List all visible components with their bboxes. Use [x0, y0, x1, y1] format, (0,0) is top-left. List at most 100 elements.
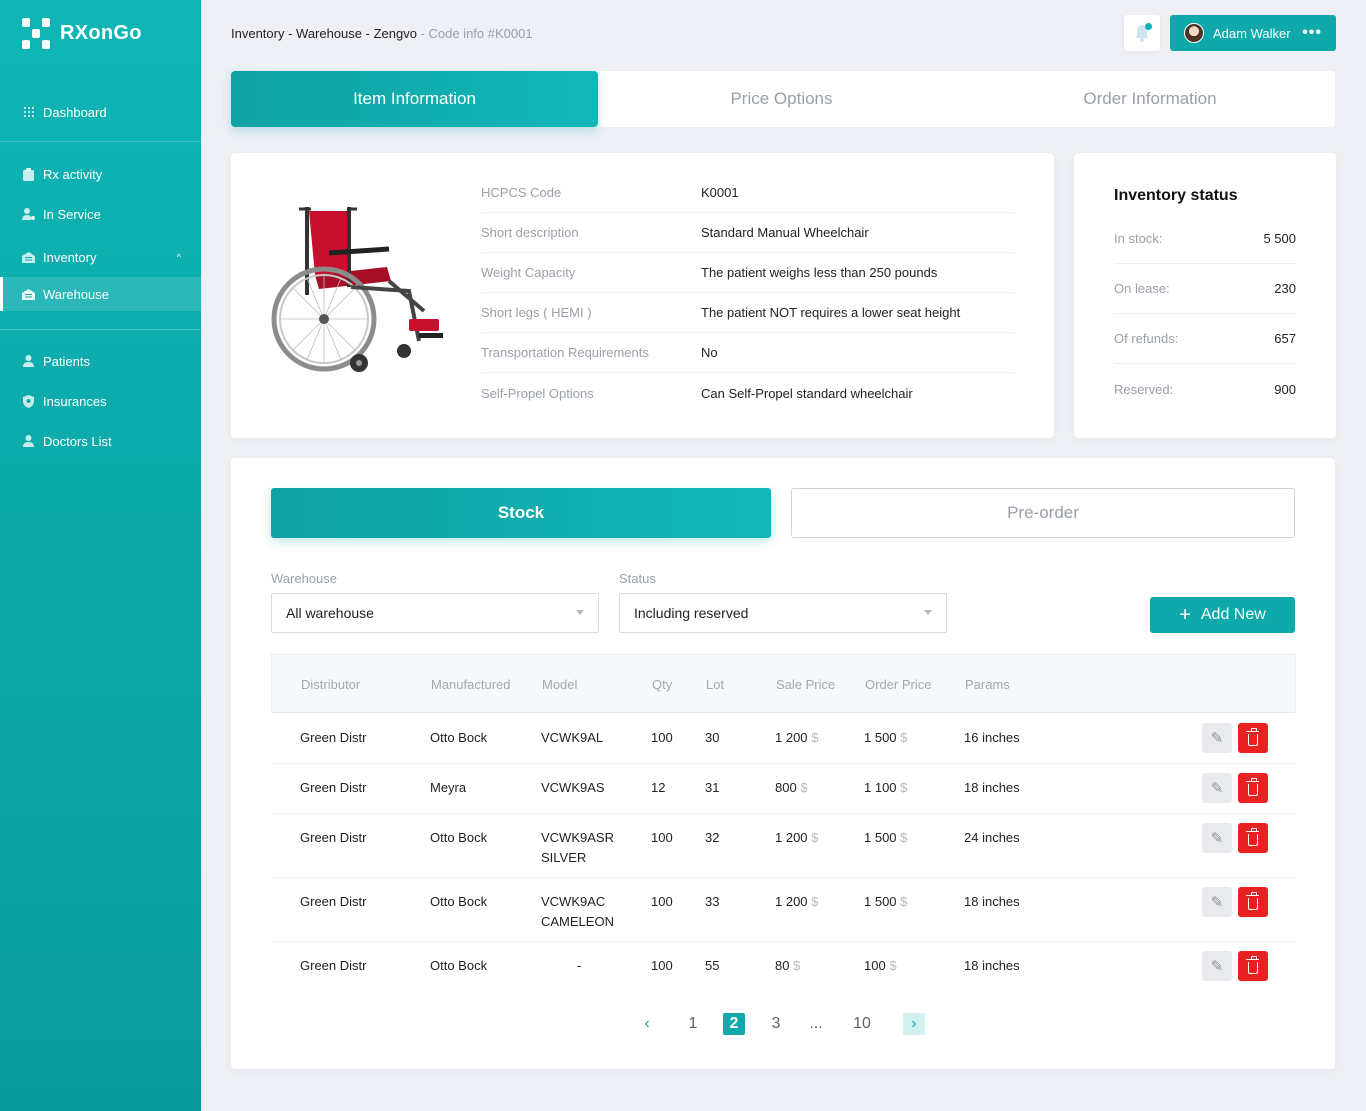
cell-model: VCWK9AL: [541, 730, 604, 745]
currency-symbol: $: [811, 730, 819, 745]
cell-order-price: 1 500 $: [864, 892, 907, 912]
pagination-next-button[interactable]: ›: [903, 1013, 925, 1035]
add-new-button[interactable]: + Add New: [1150, 597, 1295, 633]
edit-button[interactable]: ✎: [1202, 951, 1232, 981]
pagination-page[interactable]: 3: [765, 1013, 787, 1035]
column-header-model[interactable]: Model: [542, 677, 577, 692]
trash-icon: [1246, 827, 1259, 846]
inventory-row: Of refunds: 657: [1114, 314, 1296, 364]
info-row: Transportation Requirements No: [481, 333, 1015, 373]
cell-model: -: [577, 958, 582, 973]
sidebar-item-label: Dashboard: [43, 104, 107, 120]
cell-lot: 33: [705, 894, 720, 909]
warehouse-select[interactable]: All warehouse: [271, 593, 599, 633]
currency-symbol: $: [900, 780, 908, 795]
sale-amount: 1 200: [775, 730, 808, 745]
sidebar-item-rx-activity[interactable]: Rx activity: [0, 157, 201, 191]
column-header-manufactured[interactable]: Manufactured: [431, 677, 511, 692]
pencil-icon: ✎: [1210, 894, 1224, 911]
edit-button[interactable]: ✎: [1202, 723, 1232, 753]
more-icon[interactable]: •••: [1302, 24, 1322, 42]
info-key: Transportation Requirements: [481, 345, 649, 360]
table-row: Green Distr Meyra VCWK9AS 12 31 800 $ 1 …: [271, 764, 1296, 814]
sidebar-item-patients[interactable]: Patients: [0, 344, 201, 378]
edit-button[interactable]: ✎: [1202, 887, 1232, 917]
sidebar-item-label: Insurances: [43, 393, 107, 409]
tab-order-information[interactable]: Order Information: [965, 71, 1335, 127]
currency-symbol: $: [900, 830, 908, 845]
column-header-lot[interactable]: Lot: [706, 677, 724, 692]
inventory-key: On lease:: [1114, 281, 1170, 296]
notifications-button[interactable]: [1124, 15, 1160, 51]
warehouse-label: Warehouse: [271, 571, 337, 586]
cell-lot: 31: [705, 780, 720, 795]
chevron-up-icon[interactable]: ^: [177, 252, 181, 262]
pagination-page[interactable]: 1: [682, 1013, 704, 1035]
order-amount: 1 500: [864, 730, 897, 745]
cell-distributor: Green Distr: [300, 894, 367, 909]
status-select[interactable]: Including reserved: [619, 593, 947, 633]
sidebar-item-dashboard[interactable]: Dashboard: [0, 95, 201, 129]
breadcrumb-path[interactable]: Inventory - Warehouse - Zengvo: [231, 26, 417, 41]
breadcrumb-current: - Code info #K0001: [416, 26, 533, 41]
sidebar-item-in-service[interactable]: In Service: [0, 197, 201, 231]
inventory-row: In stock: 5 500: [1114, 214, 1296, 264]
cell-qty: 12: [651, 780, 666, 795]
table-row: Green Distr Otto Bock - 100 55 80 $ 100 …: [271, 942, 1296, 992]
currency-symbol: $: [900, 894, 908, 909]
clipboard-icon: [22, 167, 35, 181]
sidebar-item-doctors-list[interactable]: Doctors List: [0, 424, 201, 458]
currency-symbol: $: [793, 958, 801, 973]
cell-params: 18 inches: [964, 894, 1020, 909]
delete-button[interactable]: [1238, 887, 1268, 917]
sidebar-item-inventory[interactable]: Inventory ^: [0, 240, 201, 274]
cell-lot: 32: [705, 830, 720, 845]
column-header-order-price[interactable]: Order Price: [865, 677, 931, 692]
sidebar-item-label: Warehouse: [43, 286, 109, 302]
column-header-params[interactable]: Params: [965, 677, 1010, 692]
user-icon: [22, 435, 35, 448]
sale-amount: 1 200: [775, 894, 808, 909]
column-header-qty[interactable]: Qty: [652, 677, 672, 692]
cell-distributor: Green Distr: [300, 958, 367, 973]
pagination-prev-button[interactable]: ‹: [636, 1013, 658, 1035]
pagination-ellipsis: ...: [809, 1015, 823, 1032]
cell-qty: 100: [651, 730, 673, 745]
edit-button[interactable]: ✎: [1202, 823, 1232, 853]
chevron-down-icon: [576, 610, 584, 615]
sale-amount: 800: [775, 780, 797, 795]
edit-button[interactable]: ✎: [1202, 773, 1232, 803]
delete-button[interactable]: [1238, 951, 1268, 981]
user-gear-icon: [22, 208, 35, 221]
tab-price-options[interactable]: Price Options: [598, 71, 965, 127]
info-key: Short legs ( HEMI ): [481, 305, 592, 320]
add-new-label: Add New: [1200, 606, 1266, 623]
order-amount: 1 500: [864, 830, 897, 845]
trash-icon: [1246, 891, 1259, 910]
pagination-page[interactable]: 10: [849, 1013, 875, 1035]
info-value: Standard Manual Wheelchair: [701, 225, 869, 240]
preorder-toggle-button[interactable]: Pre-order: [791, 488, 1295, 538]
info-row: Short legs ( HEMI ) The patient NOT requ…: [481, 293, 1015, 333]
pagination-page-current[interactable]: 2: [723, 1013, 745, 1035]
column-header-distributor[interactable]: Distributor: [301, 677, 360, 692]
delete-button[interactable]: [1238, 823, 1268, 853]
logo-icon: [22, 18, 50, 49]
stock-toggle-button[interactable]: Stock: [271, 488, 771, 538]
sidebar-item-label: Patients: [43, 353, 90, 369]
app-logo[interactable]: RXonGo: [22, 18, 142, 49]
info-row: HCPCS Code K0001: [481, 173, 1015, 213]
delete-button[interactable]: [1238, 773, 1268, 803]
item-info-card: HCPCS Code K0001 Short description Stand…: [231, 153, 1054, 438]
sidebar-item-warehouse[interactable]: Warehouse: [0, 277, 201, 311]
cell-sale-price: 1 200 $: [775, 728, 818, 748]
delete-button[interactable]: [1238, 723, 1268, 753]
chevron-left-icon: ‹: [644, 1015, 650, 1032]
user-menu-button[interactable]: Adam Walker •••: [1170, 15, 1336, 51]
column-header-sale-price[interactable]: Sale Price: [776, 677, 835, 692]
sidebar-item-label: Rx activity: [43, 166, 103, 182]
tab-item-information[interactable]: Item Information: [231, 71, 598, 127]
cell-order-price: 1 500 $: [864, 828, 907, 848]
cell-qty: 100: [651, 830, 673, 845]
sidebar-item-insurances[interactable]: Insurances: [0, 384, 201, 418]
